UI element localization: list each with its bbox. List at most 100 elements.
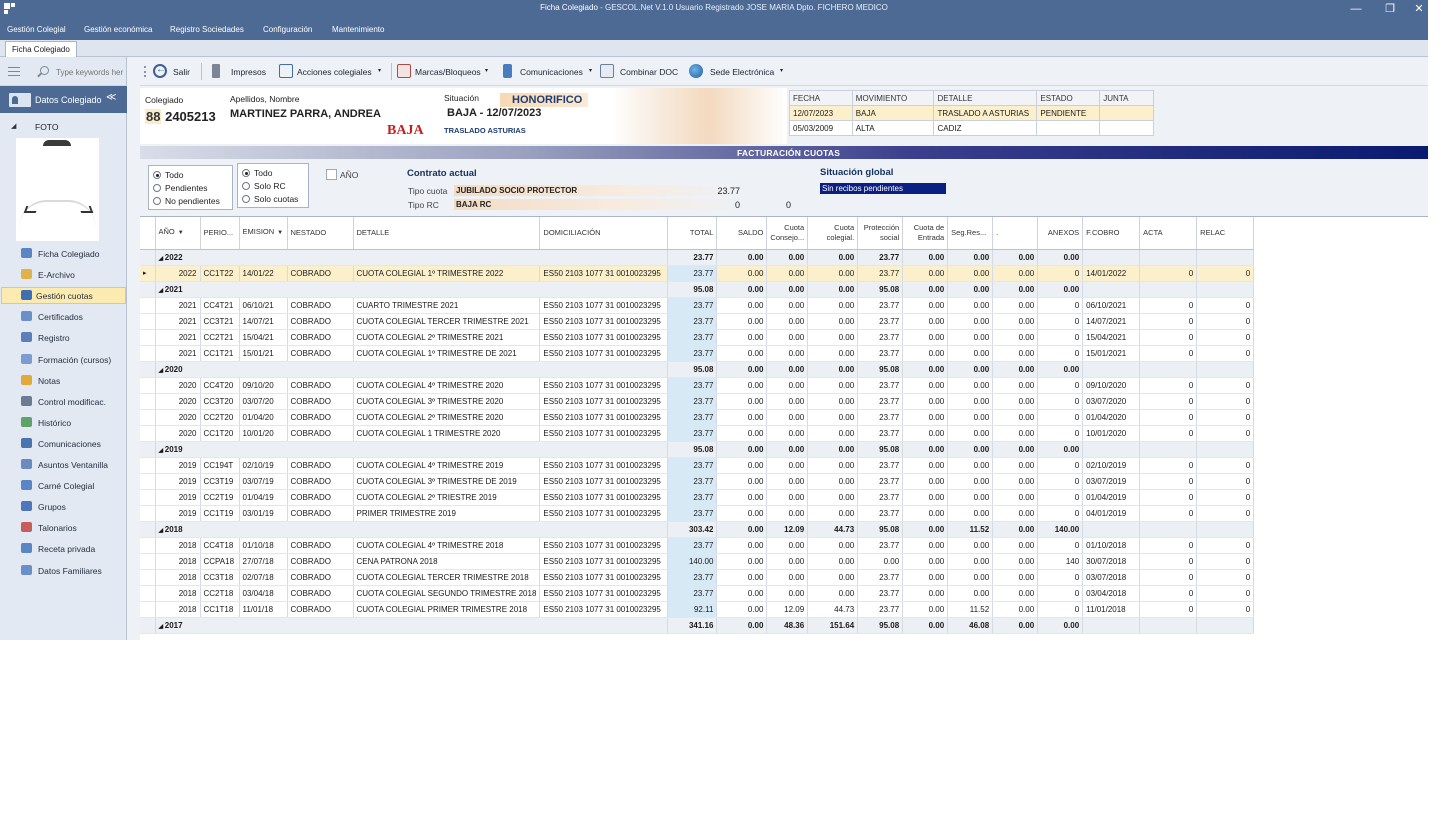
expand-triangle-icon[interactable]: ◢ bbox=[11, 122, 16, 130]
group-year-label[interactable]: ◢ 2019 bbox=[155, 441, 669, 458]
table-row[interactable]: 2018 CC4T18 01/10/18 COBRADO CUOTA COLEGIAL … bbox=[140, 537, 1255, 554]
table-row[interactable]: 2020 CC1T20 10/01/20 COBRADO CUOTA COLEGIAL … bbox=[140, 425, 1255, 442]
column-header[interactable]: Protección social bbox=[857, 217, 904, 250]
table-row[interactable]: 2018 CC2T18 03/04/18 COBRADO CUOTA COLEGIAL … bbox=[140, 585, 1255, 602]
table-row[interactable]: 2020 CC2T20 01/04/20 COBRADO CUOTA COLEGIAL … bbox=[140, 409, 1255, 426]
column-header[interactable]: ANEXOS bbox=[1037, 217, 1084, 250]
tab-ficha-colegiado[interactable]: Ficha Colegiado bbox=[5, 41, 77, 57]
movement-row[interactable]: 12/07/2023 BAJA TRASLADO A ASTURIAS PENDIEN… bbox=[789, 105, 1154, 121]
table-row[interactable]: 2018 CCPA18 27/07/18 COBRADO CENA PATRONA 20… bbox=[140, 553, 1255, 570]
table-row[interactable]: 2021 CC4T21 06/10/21 COBRADO CUARTO TRIMESTR… bbox=[140, 297, 1255, 314]
year-group-row[interactable]: ◢ 2018 303.42 0.00 12.09 44.73 95.08 0.00 11.52… bbox=[140, 521, 1255, 538]
sidebar-item-carne-colegial[interactable]: Carné Colegial bbox=[0, 477, 127, 494]
sede-electronica-button[interactable]: Sede Electrónica ▾ bbox=[689, 62, 787, 81]
restore-button[interactable]: ❐ bbox=[1375, 1, 1405, 17]
table-row[interactable]: 2021 CC3T21 14/07/21 COBRADO CUOTA COLEGIAL … bbox=[140, 313, 1255, 330]
combinar-doc-button[interactable]: Combinar DOC bbox=[600, 62, 684, 81]
column-header[interactable]: TOTAL bbox=[667, 217, 718, 250]
menu-gestion-colegial[interactable]: Gestión Colegial bbox=[7, 25, 66, 34]
menu-mantenimiento[interactable]: Mantenimiento bbox=[332, 25, 384, 34]
table-row[interactable]: 2019 CC2T19 01/04/19 COBRADO CUOTA COLEGIAL … bbox=[140, 489, 1255, 506]
nav-group-header[interactable]: Datos Colegiado ≪ bbox=[0, 86, 127, 113]
sort-desc-icon[interactable]: ▼ bbox=[277, 230, 283, 236]
toolbar-grip[interactable] bbox=[144, 66, 146, 77]
table-row[interactable]: 2020 CC3T20 03/07/20 COBRADO CUOTA COLEGIAL … bbox=[140, 393, 1255, 410]
column-header[interactable]: SALDO bbox=[716, 217, 768, 250]
year-group-row[interactable]: ◢ 2022 23.77 0.00 0.00 0.00 23.77 0.00 0.00 0.00… bbox=[140, 249, 1255, 266]
sidebar-item-ficha-colegiado[interactable]: Ficha Colegiado bbox=[0, 245, 127, 262]
column-header[interactable]: ACTA bbox=[1139, 217, 1198, 250]
column-header[interactable]: EMISION ▼ bbox=[239, 217, 288, 250]
table-row[interactable]: 2018 CC1T18 11/01/18 COBRADO CUOTA COLEGIAL … bbox=[140, 601, 1255, 618]
sidebar-item-grupos[interactable]: Grupos bbox=[0, 498, 127, 515]
column-header[interactable]: NESTADO bbox=[287, 217, 354, 250]
movements-header-cell[interactable]: MOVIMIENTO bbox=[851, 90, 935, 106]
movements-header-cell[interactable]: DETALLE bbox=[933, 90, 1038, 106]
table-row[interactable]: 2021 CC1T21 15/01/21 COBRADO CUOTA COLEGIAL … bbox=[140, 345, 1255, 362]
sidebar-item-notas[interactable]: Notas bbox=[0, 372, 127, 389]
column-header[interactable]: DOMICILIACIÓN bbox=[539, 217, 669, 250]
close-button[interactable]: ✕ bbox=[1410, 1, 1428, 17]
column-header[interactable]: RELAC bbox=[1196, 217, 1255, 250]
year-group-row[interactable]: ◢ 2021 95.08 0.00 0.00 0.00 95.08 0.00 0.00 0.00… bbox=[140, 281, 1255, 298]
hamburger-menu-icon[interactable] bbox=[8, 67, 20, 76]
movements-header-cell[interactable]: ESTADO bbox=[1036, 90, 1101, 106]
table-row[interactable]: 2018 CC3T18 02/07/18 COBRADO CUOTA COLEGIAL … bbox=[140, 569, 1255, 586]
search-document-icon bbox=[279, 64, 293, 78]
sort-desc-icon[interactable]: ▼ bbox=[178, 230, 184, 236]
group-year-label[interactable]: ◢ 2020 bbox=[155, 361, 669, 378]
year-group-row[interactable]: ◢ 2019 95.08 0.00 0.00 0.00 95.08 0.00 0.00 0.00… bbox=[140, 441, 1255, 458]
sidebar-item-historico[interactable]: Histórico bbox=[0, 414, 127, 431]
movements-header-cell[interactable]: JUNTA bbox=[1099, 90, 1154, 106]
sidebar-item-talonarios[interactable]: Talonarios bbox=[0, 519, 127, 536]
sidebar-item-formacion-cursos[interactable]: Formación (cursos) bbox=[0, 351, 127, 368]
menu-gestion-economica[interactable]: Gestión económica bbox=[84, 25, 152, 34]
grid-cell: ES50 2103 1077 31 0010023295 bbox=[539, 489, 669, 506]
table-row[interactable]: ▸ 2022 CC1T22 14/01/22 COBRADO CUOTA COLEGIAL… bbox=[140, 265, 1255, 282]
column-header[interactable]: Seg.Res... bbox=[947, 217, 994, 250]
marcas-bloqueos-button[interactable]: Marcas/Bloqueos ▾ bbox=[397, 62, 493, 81]
column-header[interactable]: . bbox=[992, 217, 1039, 250]
column-header[interactable]: DETALLE bbox=[353, 217, 541, 250]
column-header[interactable]: Cuota de Entrada bbox=[902, 217, 949, 250]
sidebar-item-control-modificac[interactable]: Control modificac. bbox=[0, 393, 127, 410]
column-header[interactable]: AÑO ▼ bbox=[155, 217, 201, 250]
salir-button[interactable]: Salir bbox=[153, 62, 193, 81]
table-row[interactable]: 2019 CC3T19 03/07/19 COBRADO CUOTA COLEGIAL … bbox=[140, 473, 1255, 490]
year-group-row[interactable]: ◢ 2020 95.08 0.00 0.00 0.00 95.08 0.00 0.00 0.00… bbox=[140, 361, 1255, 378]
minimize-button[interactable]: — bbox=[1341, 1, 1371, 17]
sidebar-item-gestion-cuotas[interactable]: Gestión cuotas bbox=[1, 287, 126, 305]
group-year-label[interactable]: ◢ 2018 bbox=[155, 521, 669, 538]
sidebar-item-datos-familiares[interactable]: Datos Familiares bbox=[0, 562, 127, 579]
sidebar-item-e-archivo[interactable]: E-Archivo bbox=[0, 266, 127, 283]
sidebar-item-asuntos-ventanilla[interactable]: Asuntos Ventanilla bbox=[0, 456, 127, 473]
column-header[interactable]: PERIO... bbox=[200, 217, 240, 250]
group-year-label[interactable]: ◢ 2021 bbox=[155, 281, 669, 298]
sidebar-item-receta-privada[interactable]: Receta privada bbox=[0, 540, 127, 557]
column-header[interactable]: Cuota colegial. bbox=[807, 217, 859, 250]
sidebar-item-certificados[interactable]: Certificados bbox=[0, 308, 127, 325]
table-row[interactable]: 2020 CC4T20 09/10/20 COBRADO CUOTA COLEGIAL … bbox=[140, 377, 1255, 394]
movements-header-cell[interactable]: FECHA bbox=[789, 90, 853, 106]
group-year-label[interactable]: ◢ 2017 bbox=[155, 617, 669, 634]
anio-checkbox[interactable] bbox=[326, 169, 337, 180]
menu-configuracion[interactable]: Configuración bbox=[263, 25, 312, 34]
year-group-row[interactable]: ◢ 2017 341.16 0.00 48.36 151.64 95.08 0.00 46.0… bbox=[140, 617, 1255, 634]
column-header[interactable]: F.COBRO bbox=[1082, 217, 1141, 250]
sidebar-item-comunicaciones[interactable]: Comunicaciones bbox=[0, 435, 127, 452]
collapse-icon[interactable]: ≪ bbox=[106, 92, 116, 103]
table-row[interactable]: 2019 CC194T 02/10/19 COBRADO CUOTA COLEGIAL … bbox=[140, 457, 1255, 474]
nav-search-input[interactable] bbox=[56, 65, 126, 79]
sidebar-item-registro[interactable]: Registro bbox=[0, 329, 127, 346]
acciones-colegiales-button[interactable]: Acciones colegiales ▾ bbox=[279, 62, 385, 81]
table-row[interactable]: 2021 CC2T21 15/04/21 COBRADO CUOTA COLEGIAL … bbox=[140, 329, 1255, 346]
column-header[interactable]: Cuota Consejo... bbox=[766, 217, 809, 250]
menu-registro-sociedades[interactable]: Registro Sociedades bbox=[170, 25, 244, 34]
impresos-button[interactable]: Impresos bbox=[210, 62, 272, 81]
group-year-label[interactable]: ◢ 2022 bbox=[155, 249, 669, 266]
foto-section[interactable]: ◢ FOTO bbox=[0, 120, 127, 134]
table-row[interactable]: 2019 CC1T19 03/01/19 COBRADO PRIMER TRIMESTR… bbox=[140, 505, 1255, 522]
comunicaciones-button[interactable]: Comunicaciones ▾ bbox=[501, 62, 595, 81]
movement-row[interactable]: 05/03/2009 ALTA CADIZ bbox=[789, 120, 1154, 136]
grid-cell: 0.00 bbox=[992, 409, 1039, 426]
